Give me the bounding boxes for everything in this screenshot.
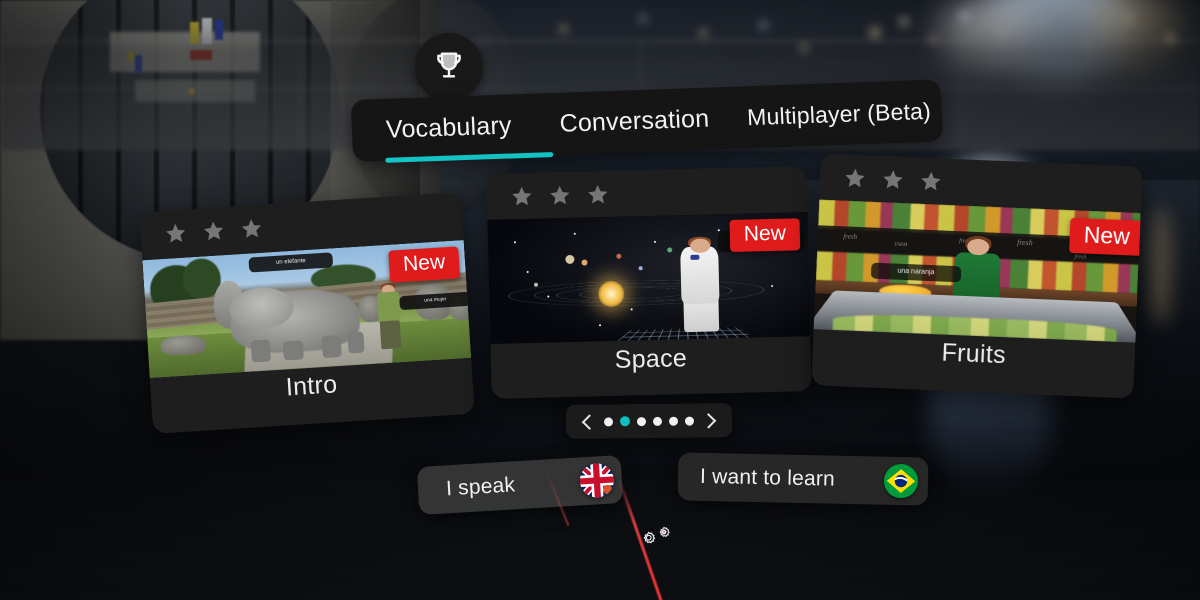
carousel-dot[interactable] xyxy=(684,416,695,426)
tab-conversation[interactable]: Conversation xyxy=(555,104,714,138)
lesson-title-space: Space xyxy=(614,344,688,374)
i-want-to-learn-label: I want to learn xyxy=(699,464,836,491)
carousel-dot[interactable] xyxy=(636,416,647,426)
star-icon xyxy=(512,186,532,206)
tab-conversation-label: Conversation xyxy=(558,104,710,138)
i-want-to-learn-selector[interactable]: I want to learn xyxy=(677,452,929,506)
tab-multiplayer[interactable]: Multiplayer (Beta) xyxy=(743,97,936,131)
lesson-card-intro[interactable]: un elefante una mujer New Intro xyxy=(139,192,475,434)
carousel-navigation xyxy=(565,403,733,439)
star-icon xyxy=(588,185,608,204)
active-tab-indicator xyxy=(385,151,554,163)
lesson-card-fruits[interactable]: fresh FARM fresh fresh fresh un xyxy=(811,153,1143,399)
new-badge: New xyxy=(729,218,801,253)
carousel-next-button[interactable] xyxy=(697,409,720,432)
trophy-icon xyxy=(432,48,466,87)
lesson-thumbnail-fruits: fresh FARM fresh fresh fresh un xyxy=(813,199,1141,343)
lesson-card-space[interactable]: el sistema solar New Space xyxy=(486,166,812,399)
star-icon xyxy=(845,168,865,188)
star-icon xyxy=(550,185,570,205)
i-speak-selector[interactable]: I speak xyxy=(416,454,624,516)
i-speak-label: I speak xyxy=(445,473,516,501)
carousel-dot[interactable] xyxy=(652,416,663,426)
star-icon xyxy=(203,221,224,241)
achievements-button[interactable] xyxy=(415,33,483,101)
tab-vocabulary[interactable]: Vocabulary xyxy=(381,111,516,145)
lesson-thumbnail-intro: un elefante una mujer New xyxy=(142,240,472,379)
chevron-right-icon xyxy=(700,412,717,429)
tab-vocabulary-label: Vocabulary xyxy=(385,110,513,144)
carousel-page-dots xyxy=(603,416,695,427)
new-badge: New xyxy=(1069,217,1141,256)
carousel-prev-button[interactable] xyxy=(578,410,601,433)
carousel-dot-active[interactable] xyxy=(619,416,631,427)
star-icon xyxy=(241,219,262,238)
settings-button[interactable] xyxy=(628,518,686,560)
star-icon xyxy=(883,170,903,189)
new-badge: New xyxy=(388,246,461,283)
carousel-dot[interactable] xyxy=(668,416,679,426)
star-rating-space xyxy=(486,166,807,220)
star-icon xyxy=(165,223,186,243)
uk-flag-icon xyxy=(578,462,615,499)
lesson-thumbnail-space: el sistema solar New xyxy=(487,212,811,344)
brazil-flag-icon xyxy=(883,463,919,499)
star-icon xyxy=(921,171,941,191)
carousel-dot[interactable] xyxy=(603,416,614,426)
chevron-left-icon xyxy=(581,413,598,430)
tab-multiplayer-label: Multiplayer (Beta) xyxy=(746,97,932,130)
